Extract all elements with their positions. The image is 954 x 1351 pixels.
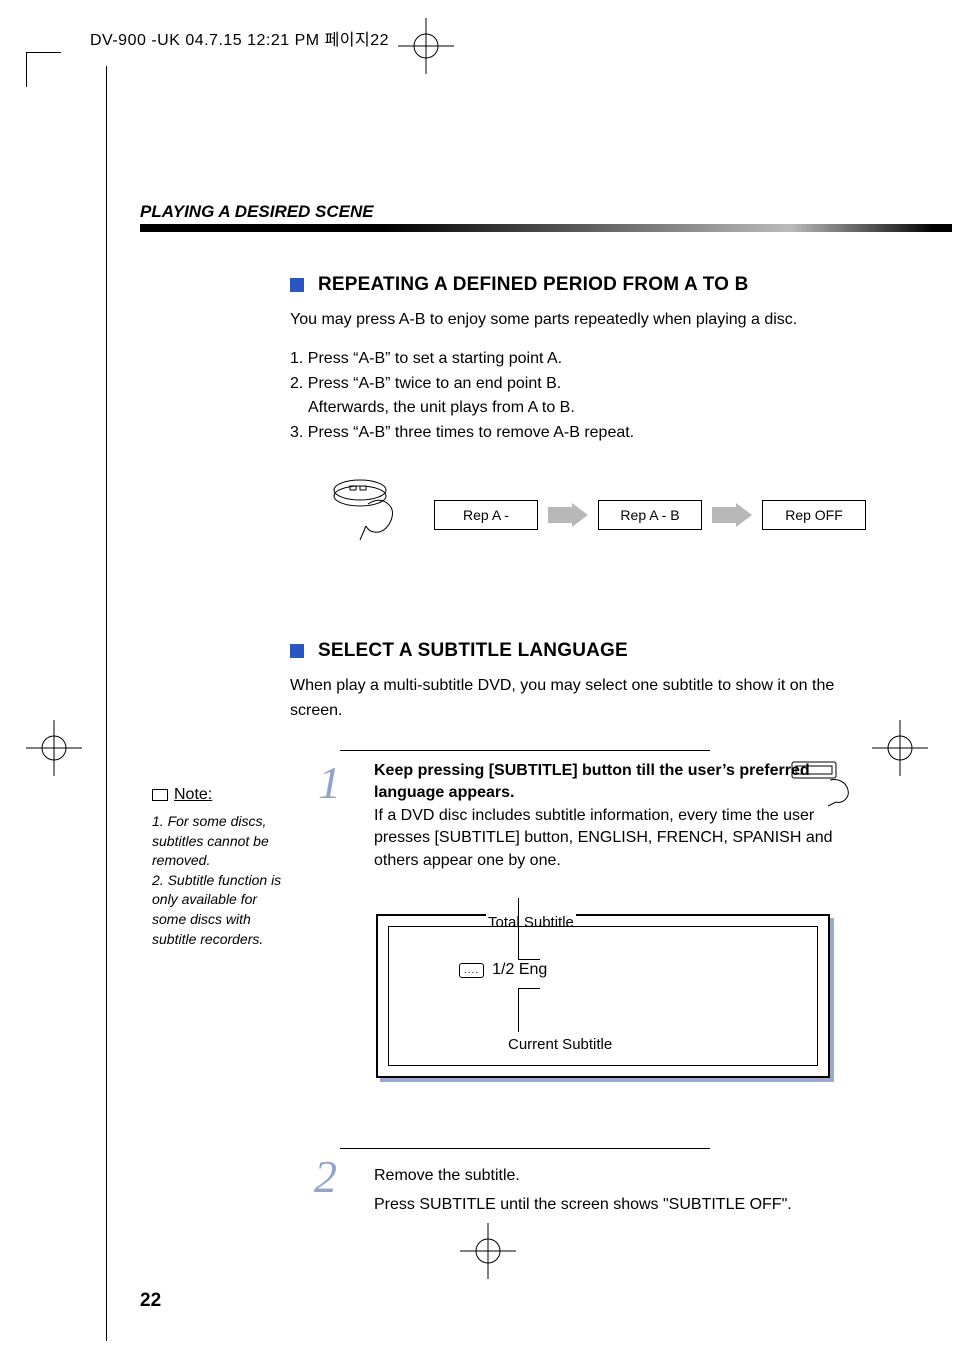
note-title: Note: <box>152 786 284 804</box>
intro-text: You may press A-B to enjoy some parts re… <box>290 308 894 333</box>
subtitle-osd-icon: .... <box>459 963 484 978</box>
arrow-icon <box>548 503 588 527</box>
trim-line-left <box>106 66 107 1341</box>
crop-mark-left <box>26 720 82 776</box>
step-line-sub: Afterwards, the unit plays from A to B. <box>290 396 894 421</box>
crop-mark-top <box>398 18 454 74</box>
section-title-rule <box>140 224 952 232</box>
note-item: 2. Subtitle function is only available f… <box>152 871 284 949</box>
step-1-bold: Keep pressing [SUBTITLE] button till the… <box>374 762 810 801</box>
heading-subtitle: SELECT A SUBTITLE LANGUAGE <box>318 640 628 662</box>
remote-hand-icon-small <box>788 758 858 813</box>
step-2-line2: Press SUBTITLE until the screen shows "S… <box>374 1191 894 1220</box>
state-rep-a: Rep A - <box>434 500 538 530</box>
note-sidebar: Note: 1. For some discs, subtitles canno… <box>152 786 284 949</box>
step-line: 2. Press “A-B” twice to an end point B. <box>290 372 894 397</box>
section-subtitle: SELECT A SUBTITLE LANGUAGE When play a m… <box>290 640 894 724</box>
step-2-text: Remove the subtitle. Press SUBTITLE unti… <box>374 1162 894 1220</box>
state-rep-ab: Rep A - B <box>598 500 702 530</box>
tv-label-current: Current Subtitle <box>508 1036 612 1053</box>
step-number-1: 1 <box>318 756 341 809</box>
step-divider <box>340 750 710 751</box>
arrow-icon <box>712 503 752 527</box>
page-number: 22 <box>140 1290 161 1312</box>
tv-diagram: Total Subtitle .... 1/2 Eng Current Subt… <box>376 892 830 1078</box>
crop-mark-bottom <box>460 1223 516 1279</box>
tv-frame: Total Subtitle .... 1/2 Eng Current Subt… <box>376 914 830 1078</box>
section-title: PLAYING A DESIRED SCENE <box>140 202 374 222</box>
step-line: 3. Press “A-B” three times to remove A-B… <box>290 421 894 446</box>
crop-mark-right <box>872 720 928 776</box>
note-item: 1. For some discs, subtitles cannot be r… <box>152 812 284 871</box>
crop-corner <box>26 52 61 87</box>
intro-text: When play a multi-subtitle DVD, you may … <box>290 674 890 724</box>
pointer-line <box>518 988 519 1032</box>
heading-repeat-ab: REPEATING A DEFINED PERIOD FROM A TO B <box>318 274 749 296</box>
bullet-icon <box>290 278 304 292</box>
step-2-line1: Remove the subtitle. <box>374 1162 894 1191</box>
step-line: 1. Press “A-B” to set a starting point A… <box>290 347 894 372</box>
step-1-rest: If a DVD disc includes subtitle informat… <box>374 807 833 869</box>
print-header: DV-900 -UK 04.7.15 12:21 PM 페이지22 <box>90 26 389 50</box>
osd-row: .... 1/2 Eng <box>459 961 547 979</box>
step-divider <box>340 1148 710 1149</box>
remote-hand-icon <box>330 476 416 553</box>
osd-text: 1/2 Eng <box>492 961 547 979</box>
section-repeat-ab: REPEATING A DEFINED PERIOD FROM A TO B Y… <box>290 274 894 446</box>
state-rep-off: Rep OFF <box>762 500 866 530</box>
step-number-2: 2 <box>314 1150 337 1203</box>
bullet-icon <box>290 644 304 658</box>
ab-repeat-diagram: Rep A - Rep A - B Rep OFF <box>330 476 866 553</box>
